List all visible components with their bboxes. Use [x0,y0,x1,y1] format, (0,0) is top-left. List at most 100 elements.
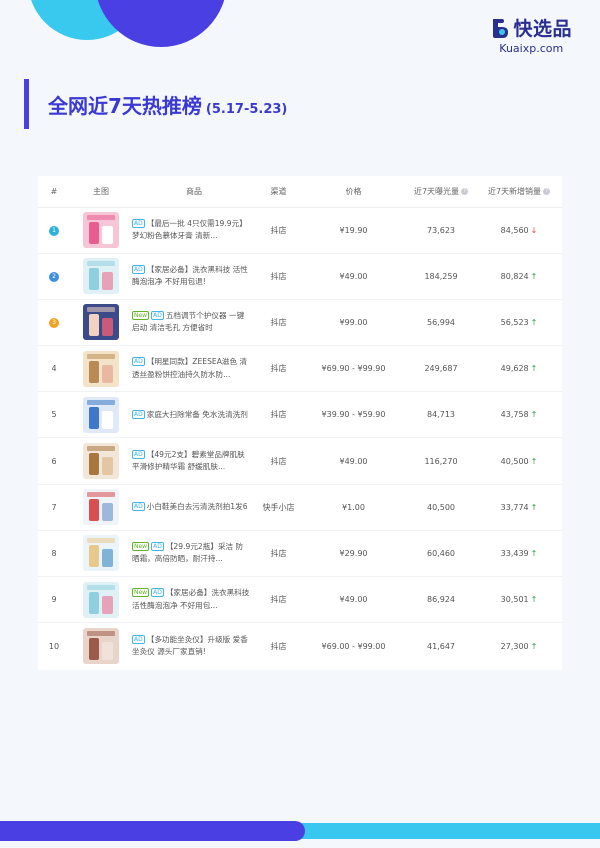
product-thumbnail[interactable] [83,304,119,341]
arrow-up-icon: ↑ [530,410,538,420]
product-thumbnail[interactable] [83,628,119,665]
header-exposure-label: 近7天曝光量 [413,186,460,196]
product-cell: AD 【多功能坐灸仪】升级版 爱香坐灸仪 源头厂家直销! [132,623,256,669]
image-cell [70,623,132,669]
channel-cell: 抖店 [256,207,301,254]
product-cell: New AD 五档调节个护仪器 一键启动 清洁毛孔 方便省时 [132,299,256,347]
ad-tag: AD [151,588,164,598]
product-name[interactable]: AD 【49元2支】碧素堂品牌肌肤平滑修护精华霜 舒缓肌肤... [132,449,250,474]
product-name[interactable]: New AD 五档调节个护仪器 一键启动 清洁毛孔 方便省时 [132,310,250,335]
exposure-cell: 249,687 [406,345,476,393]
image-cell [70,253,132,300]
image-cell [70,530,132,578]
rank-badge: 1 [49,225,59,236]
product-name[interactable]: AD 【明星同款】ZEESEA滋色 清透丝盈粉饼控油持久防水防... [132,356,250,381]
price-cell: ¥69.90 - ¥99.90 [301,345,406,393]
product-thumbnail[interactable] [83,581,119,618]
price-cell: ¥19.90 [301,207,406,254]
product-thumbnail[interactable] [83,396,119,433]
table-row[interactable]: 6 AD 【49元2支】碧素堂品牌肌肤平滑修护精华霜 舒缓肌肤... 抖店 ¥49.00… [38,437,562,485]
price-cell: ¥49.00 [301,437,406,485]
rank-cell: 1 [38,207,70,254]
table-row[interactable]: 4 AD 【明星同款】ZEESEA滋色 清透丝盈粉饼控油持久防水防... 抖店 ¥69.… [38,345,562,393]
ad-tag: AD [132,264,145,274]
sales-value: 33,774 [500,502,529,512]
title-accent-bar [24,79,29,129]
product-name[interactable]: New AD 【家居必备】洗衣黑科技 活性酶泡泡净 不好用包... [132,587,250,612]
footer-bar-blue [0,821,305,841]
table-row[interactable]: 1 AD 【最后一批 4只仅需19.9元】梦幻粉色慕体牙膏 清新... 抖店 ¥19.9… [38,207,562,254]
product-name[interactable]: AD 小白鞋美白去污清洗剂拍1发6 [132,501,250,514]
table-row[interactable]: 2 AD 【家居必备】洗衣黑科技 活性酶泡泡净 不好用包退! 抖店 ¥49.00 184,… [38,253,562,300]
product-name[interactable]: AD 【家居必备】洗衣黑科技 活性酶泡泡净 不好用包退! [132,264,250,289]
sales-cell: 33,774 ↑ [476,484,562,531]
rank-cell: 7 [38,484,70,531]
table-row[interactable]: 10 AD 【多功能坐灸仪】升级版 爱香坐灸仪 源头厂家直销! 抖店 ¥69.00 - … [38,623,562,669]
footer-bar-cyan [293,823,600,839]
header-sales[interactable]: 近7天新增销量? [476,176,562,208]
price-cell: ¥29.90 [301,530,406,578]
product-cell: AD 【49元2支】碧素堂品牌肌肤平滑修护精华霜 舒缓肌肤... [132,437,256,485]
channel-cell: 抖店 [256,576,301,624]
image-cell [70,299,132,347]
price-cell: ¥39.90 - ¥59.90 [301,391,406,439]
table-row[interactable]: 3 New AD 五档调节个护仪器 一键启动 清洁毛孔 方便省时 抖店 ¥99.00 56,… [38,299,562,347]
image-cell [70,576,132,624]
table-row[interactable]: 9 New AD 【家居必备】洗衣黑科技 活性酶泡泡净 不好用包... 抖店 ¥49.00… [38,576,562,624]
ad-tag: AD [132,449,145,459]
sales-value: 40,500 [500,456,529,466]
ad-tag: AD [132,357,145,367]
question-circle-icon[interactable]: ? [543,187,551,195]
product-thumbnail[interactable] [83,350,119,387]
product-thumbnail[interactable] [83,258,119,295]
sales-cell: 30,501 ↑ [476,576,562,624]
sales-cell: 33,439 ↑ [476,530,562,578]
rank-number: 4 [51,364,57,374]
image-cell [70,484,132,531]
exposure-cell: 184,259 [406,253,476,300]
exposure-cell: 56,994 [406,299,476,347]
sales-cell: 27,300 ↑ [476,623,562,669]
product-thumbnail[interactable] [83,489,119,526]
page-title-range: (5.17-5.23) [205,102,288,117]
product-name[interactable]: AD 【多功能坐灸仪】升级版 爱香坐灸仪 源头厂家直销! [132,634,250,659]
sales-value: 43,758 [500,410,529,420]
arrow-up-icon: ↑ [530,502,538,512]
rank-badge: 2 [49,271,59,282]
new-tag: New [132,541,150,551]
channel-cell: 抖店 [270,641,287,651]
brand: 快选品 Kuaixp.com [490,14,572,55]
product-thumbnail[interactable] [83,212,119,249]
table-row[interactable]: 7 AD 小白鞋美白去污清洗剂拍1发6 快手小店 ¥1.00 40,500 33,774 ↑ [38,484,562,531]
product-thumbnail[interactable] [83,535,119,572]
header-sales-label: 近7天新增销量 [487,186,542,196]
product-thumbnail[interactable] [83,443,119,480]
price-cell: ¥69.00 - ¥99.00 [321,641,386,651]
header-exposure[interactable]: 近7天曝光量? [406,176,476,208]
question-circle-icon[interactable]: ? [461,187,469,195]
table-row[interactable]: 8 New AD 【29.9元2瓶】采洁 防晒霜，高倍防晒，耐汗持... 抖店 ¥29.9… [38,530,562,578]
sales-value: 33,439 [500,548,529,558]
product-name[interactable]: AD 家庭大扫除常备 免水洗清洗剂 [132,409,250,422]
header-product: 商品 [132,176,256,208]
sales-cell: 84,560 ↓ [476,207,562,254]
arrow-up-icon: ↑ [530,641,538,651]
ad-tag: AD [132,218,145,228]
product-cell: AD 【家居必备】洗衣黑科技 活性酶泡泡净 不好用包退! [132,253,256,300]
ad-tag: AD [151,541,164,551]
product-name[interactable]: New AD 【29.9元2瓶】采洁 防晒霜，高倍防晒，耐汗持... [132,541,250,566]
product-name[interactable]: AD 【最后一批 4只仅需19.9元】梦幻粉色慕体牙膏 清新... [132,218,250,243]
table-header-row: # 主图 商品 渠道 价格 近7天曝光量? 近7天新增销量? [38,176,562,208]
price-cell: ¥49.00 [301,576,406,624]
brand-logo-icon [493,18,509,38]
page-title: 全网近7天热推榜 (5.17-5.23) [48,90,287,119]
header-rank: # [38,176,70,208]
header-channel: 渠道 [256,176,301,208]
brand-url: Kuaixp.com [499,42,564,55]
table-row[interactable]: 5 AD 家庭大扫除常备 免水洗清洗剂 抖店 ¥39.90 - ¥59.90 84,713… [38,391,562,439]
exposure-cell: 84,713 [406,391,476,439]
ranking-table: # 主图 商品 渠道 价格 近7天曝光量? 近7天新增销量? 1 AD 【最后一批 … [38,176,562,670]
rank-number: 7 [51,502,57,512]
sales-value: 80,824 [500,271,529,281]
sales-cell: 56,523 ↑ [476,299,562,347]
